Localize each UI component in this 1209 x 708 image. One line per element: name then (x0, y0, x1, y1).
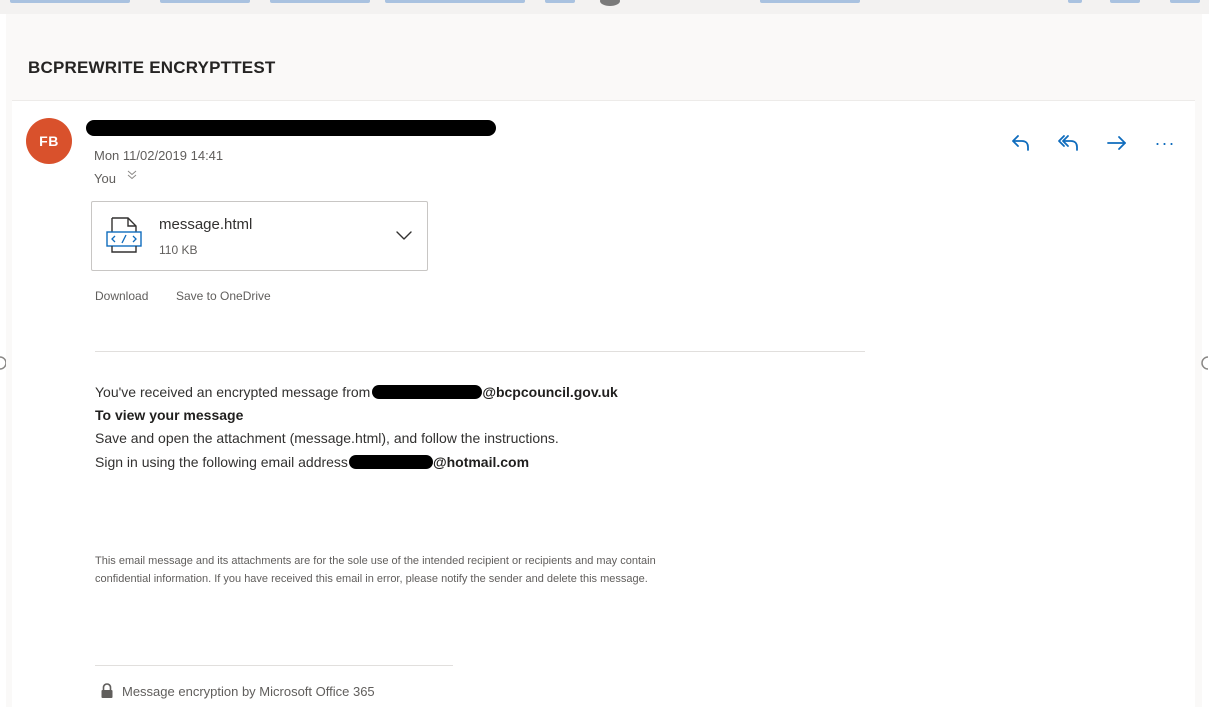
toolbar-item-ghost[interactable] (1068, 0, 1082, 3)
view-message-heading: To view your message (95, 407, 244, 423)
toolbar-item-ghost[interactable] (385, 0, 525, 3)
message-card (12, 100, 1195, 708)
scroll-arrow-right-icon[interactable] (1199, 356, 1209, 370)
toolbar-item-ghost[interactable] (270, 0, 370, 3)
body-received-line: You've received an encrypted message fro… (95, 384, 618, 400)
recipient-domain: @hotmail.com (432, 454, 530, 470)
subject-area (6, 14, 1202, 100)
lock-icon (101, 683, 113, 698)
sender-domain: @bcpcouncil.gov.uk (482, 384, 618, 400)
received-text: You've received an encrypted message fro… (95, 384, 371, 400)
toolbar-item-ghost[interactable] (760, 0, 860, 3)
disclaimer-line: confidential information. If you have re… (95, 573, 648, 585)
save-to-onedrive-link[interactable]: Save to OneDrive (176, 289, 271, 303)
toolbar-item-ghost[interactable] (160, 0, 250, 3)
sender-name-redacted (86, 120, 496, 136)
scroll-arrow-left-icon[interactable] (0, 356, 7, 370)
toolbar-circle-icon[interactable] (600, 0, 620, 6)
message-actions: ··· (1008, 128, 1178, 158)
recipient-you[interactable]: You (94, 171, 116, 186)
toolbar-item-ghost[interactable] (545, 0, 575, 3)
toolbar-item-ghost[interactable] (1110, 0, 1140, 3)
message-date: Mon 11/02/2019 14:41 (94, 148, 224, 163)
body-signin-line: Sign in using the following email addres… (95, 454, 529, 470)
encryption-footer: Message encryption by Microsoft Office 3… (100, 683, 375, 699)
toolbar-item-ghost[interactable] (10, 0, 130, 3)
divider (95, 665, 453, 666)
body-heading-line: To view your message (95, 407, 243, 423)
sender-address-redacted (372, 385, 483, 399)
signin-text: Sign in using the following email addres… (95, 454, 348, 470)
recipient-address-redacted (348, 455, 433, 469)
toolbar-item-ghost[interactable] (1170, 0, 1200, 3)
chevron-down-icon[interactable] (395, 226, 413, 244)
more-icon[interactable]: ··· (1152, 130, 1178, 156)
attachment-card[interactable]: message.html 110 KB (91, 201, 428, 271)
top-toolbar (0, 0, 1209, 14)
disclaimer-line: This email message and its attachments a… (95, 555, 656, 567)
attachment-name[interactable]: message.html (159, 216, 252, 233)
reading-pane-edge (1195, 100, 1202, 707)
email-subject: BCPREWRITE ENCRYPTTEST (28, 58, 276, 77)
double-chevron-down-icon (127, 170, 137, 180)
attachment-size: 110 KB (159, 243, 198, 257)
reply-all-icon[interactable] (1056, 130, 1082, 156)
sender-avatar[interactable]: FB (26, 118, 72, 164)
expand-recipients-icon[interactable] (127, 170, 137, 183)
body-instruction-line: Save and open the attachment (message.ht… (95, 430, 559, 446)
forward-icon[interactable] (1104, 130, 1130, 156)
encryption-label: Message encryption by Microsoft Office 3… (122, 683, 375, 699)
html-file-icon (106, 216, 142, 256)
download-link[interactable]: Download (95, 289, 148, 303)
reply-icon[interactable] (1008, 130, 1034, 156)
more-label: ··· (1154, 133, 1176, 153)
divider (95, 351, 865, 352)
